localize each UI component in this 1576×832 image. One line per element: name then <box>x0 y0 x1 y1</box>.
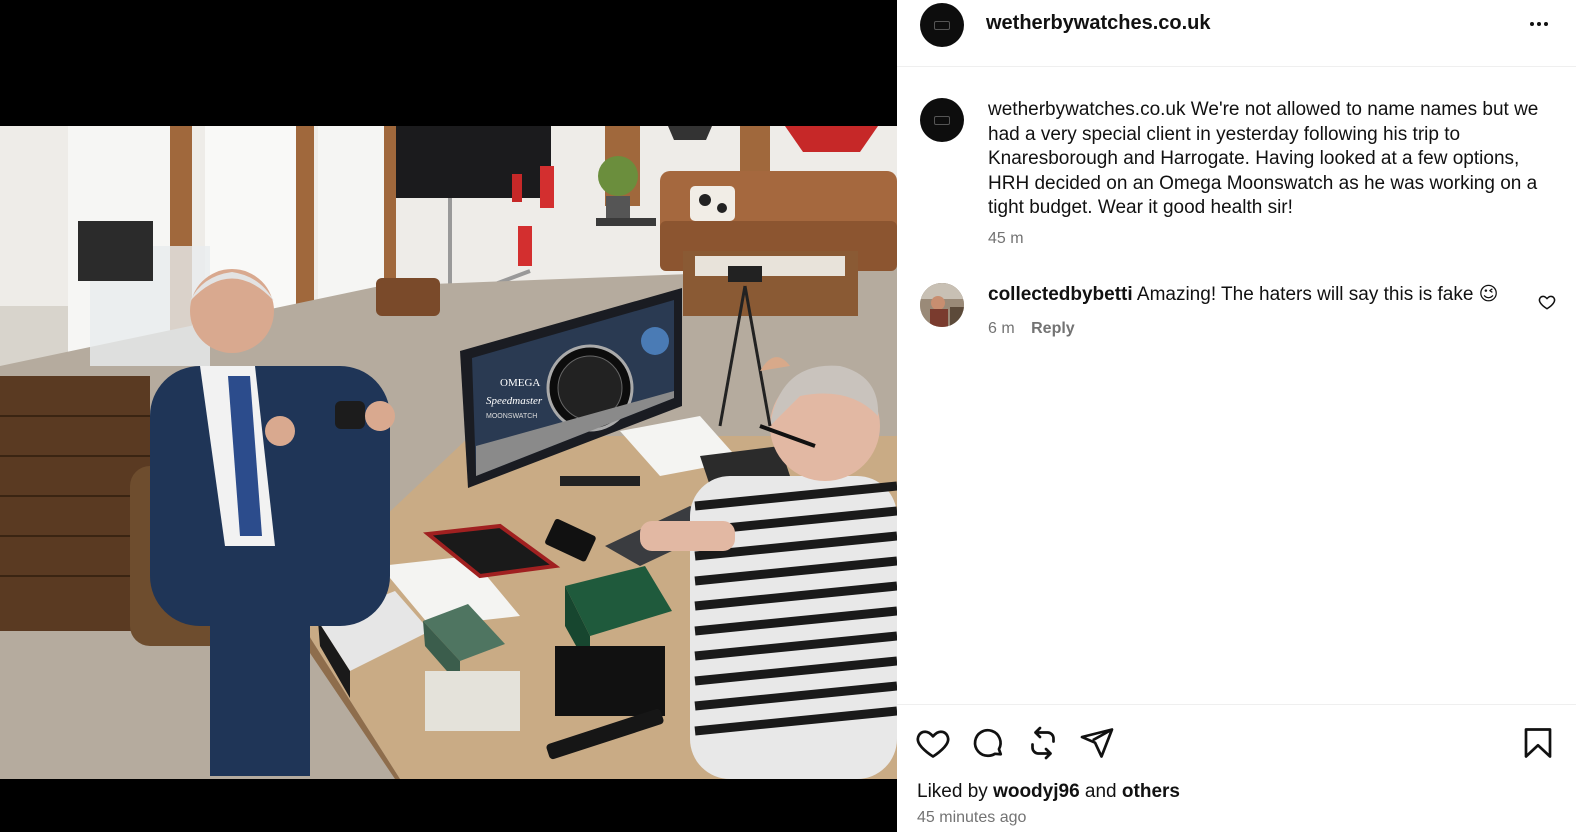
post-header: wetherbywatches.co.uk <box>897 0 1576 67</box>
monitor-brand-text: OMEGA <box>500 377 540 389</box>
post-actions: Liked by woodyj96 and others 45 minutes … <box>897 704 1576 832</box>
post-caption: wetherbywatches.co.uk We're not allowed … <box>988 98 1558 221</box>
likes-others[interactable]: others <box>1122 781 1180 802</box>
caption-username[interactable]: wetherbywatches.co.uk <box>988 99 1186 120</box>
bookmark-icon[interactable] <box>1520 725 1556 761</box>
caption-avatar[interactable] <box>920 98 964 142</box>
repost-icon[interactable] <box>1025 725 1061 761</box>
post-panel: wetherbywatches.co.uk wetherbywatches.co… <box>897 0 1576 832</box>
comment-like-heart-icon[interactable] <box>1538 293 1556 311</box>
caption-time: 45 m <box>988 230 1024 247</box>
watch-logo-icon <box>934 115 950 125</box>
more-options-icon[interactable] <box>1524 12 1554 36</box>
likes-summary: Liked by woodyj96 and others <box>917 781 1180 803</box>
post-photo[interactable]: OMEGA Speedmaster MOONSWATCH <box>0 126 897 779</box>
monitor-sub-text: MOONSWATCH <box>486 413 537 420</box>
comment-username[interactable]: collectedbybetti <box>988 284 1133 305</box>
author-username[interactable]: wetherbywatches.co.uk <box>986 12 1211 35</box>
comment-text: Amazing! The haters will say this is fak… <box>1136 284 1499 305</box>
comment: collectedbybetti Amazing! The haters wil… <box>988 283 1533 307</box>
heart-icon[interactable] <box>915 725 951 761</box>
commenter-avatar[interactable] <box>920 283 964 327</box>
comment-meta: 6 m Reply <box>988 320 1075 338</box>
reply-button[interactable]: Reply <box>1031 320 1075 337</box>
post-media: OMEGA Speedmaster MOONSWATCH <box>0 0 897 832</box>
comment-icon[interactable] <box>970 725 1006 761</box>
author-avatar[interactable] <box>920 3 964 47</box>
watch-logo-icon <box>934 20 950 30</box>
likes-joiner: and <box>1084 781 1117 802</box>
liker-username[interactable]: woodyj96 <box>993 781 1080 802</box>
share-icon[interactable] <box>1079 725 1115 761</box>
comment-time: 6 m <box>988 320 1015 337</box>
monitor-model-text: Speedmaster <box>486 395 543 407</box>
likes-prefix: Liked by <box>917 781 988 802</box>
post-timestamp: 45 minutes ago <box>917 809 1027 826</box>
